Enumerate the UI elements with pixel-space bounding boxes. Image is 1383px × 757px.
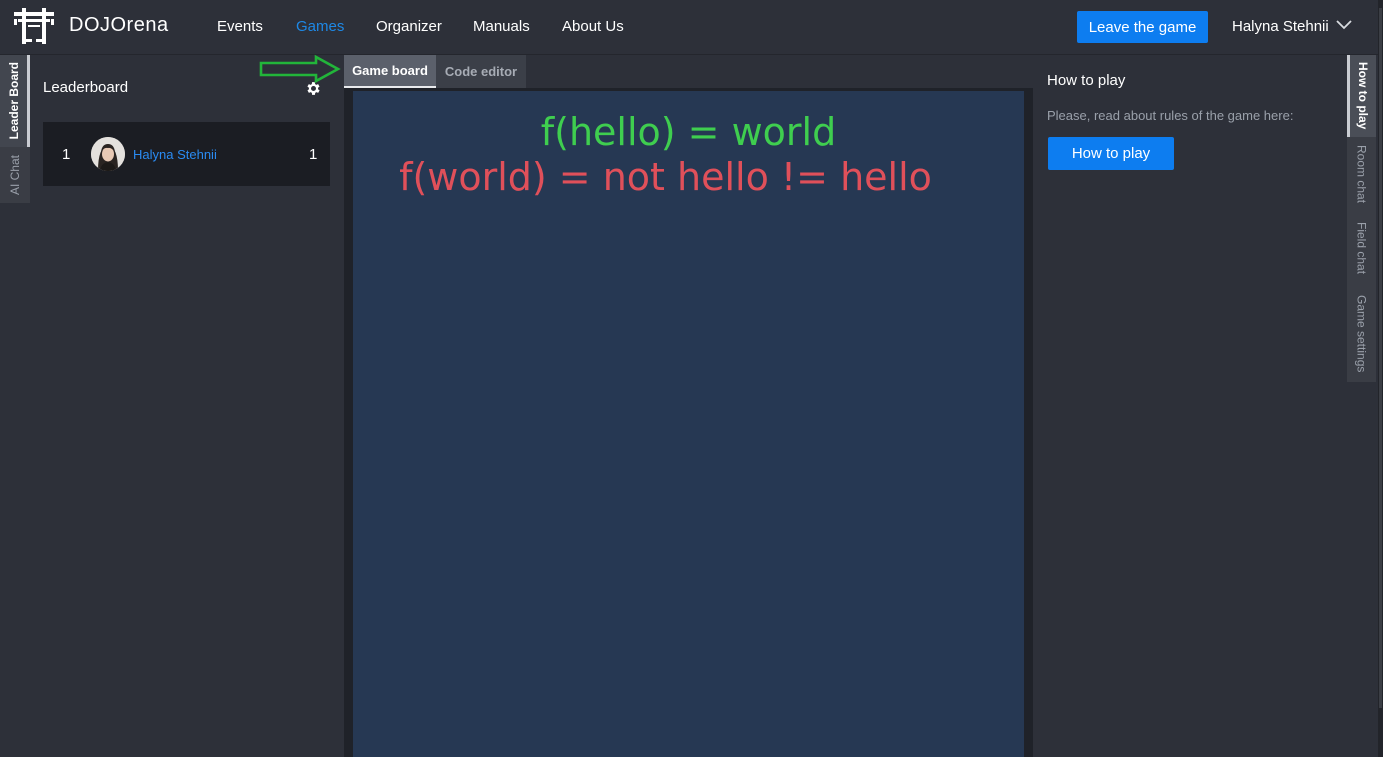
board-line-failure: f(world) = not hello != hello	[399, 155, 932, 199]
game-board: f(hello) = world f(world) = not hello !=…	[353, 91, 1024, 757]
tab-how-to-play[interactable]: How to play	[1347, 55, 1376, 137]
top-navbar: DOJOrena Events Games Organizer Manuals …	[0, 0, 1383, 55]
tab-leader-board-label: Leader Board	[6, 62, 21, 140]
nav-manuals[interactable]: Manuals	[473, 18, 530, 35]
tab-game-settings-label: Game settings	[1354, 294, 1369, 373]
nav-games[interactable]: Games	[296, 18, 344, 35]
brand-name[interactable]: DOJOrena	[69, 14, 169, 37]
scrollbar-thumb[interactable]	[1379, 8, 1382, 708]
tab-room-chat-label: Room chat	[1354, 144, 1369, 204]
board-line-success: f(hello) = world	[540, 110, 837, 154]
avatar[interactable]	[91, 137, 125, 171]
leaderboard-rank: 1	[62, 146, 71, 163]
tab-game-board[interactable]: Game board	[344, 55, 436, 88]
left-side-tabs: Leader Board AI Chat	[0, 55, 30, 203]
annotation-arrow-icon	[259, 54, 341, 84]
tab-field-chat-label: Field chat	[1354, 221, 1369, 275]
tab-ai-chat-label: AI Chat	[8, 154, 22, 196]
how-to-play-title: How to play	[1047, 72, 1126, 89]
nav-events[interactable]: Events	[217, 18, 263, 35]
chevron-down-icon[interactable]	[1336, 18, 1352, 30]
tab-leader-board[interactable]: Leader Board	[0, 55, 30, 147]
tab-room-chat[interactable]: Room chat	[1347, 137, 1376, 211]
how-to-play-button[interactable]: How to play	[1048, 137, 1174, 170]
tab-field-chat[interactable]: Field chat	[1347, 211, 1376, 285]
nav-about-us[interactable]: About Us	[562, 18, 624, 35]
tab-how-to-play-label: How to play	[1356, 62, 1370, 130]
how-to-play-text: Please, read about rules of the game her…	[1047, 108, 1294, 123]
leaderboard-title: Leaderboard	[43, 79, 129, 96]
leaderboard-score: 1	[309, 146, 318, 163]
nav-organizer[interactable]: Organizer	[376, 18, 442, 35]
tab-game-settings[interactable]: Game settings	[1347, 285, 1376, 382]
user-avatar-icon	[91, 137, 125, 171]
leave-game-button[interactable]: Leave the game	[1077, 11, 1208, 43]
user-menu-name[interactable]: Halyna Stehnii	[1232, 18, 1329, 35]
right-side-tabs: How to play Room chat Field chat Game se…	[1347, 55, 1376, 382]
dojo-logo-icon[interactable]	[12, 6, 56, 46]
tab-ai-chat[interactable]: AI Chat	[0, 147, 30, 203]
leaderboard-player-name[interactable]: Halyna Stehnii	[133, 147, 217, 162]
tab-code-editor[interactable]: Code editor	[436, 55, 526, 88]
leaderboard-row: 1 Halyna Stehnii 1	[43, 122, 330, 186]
